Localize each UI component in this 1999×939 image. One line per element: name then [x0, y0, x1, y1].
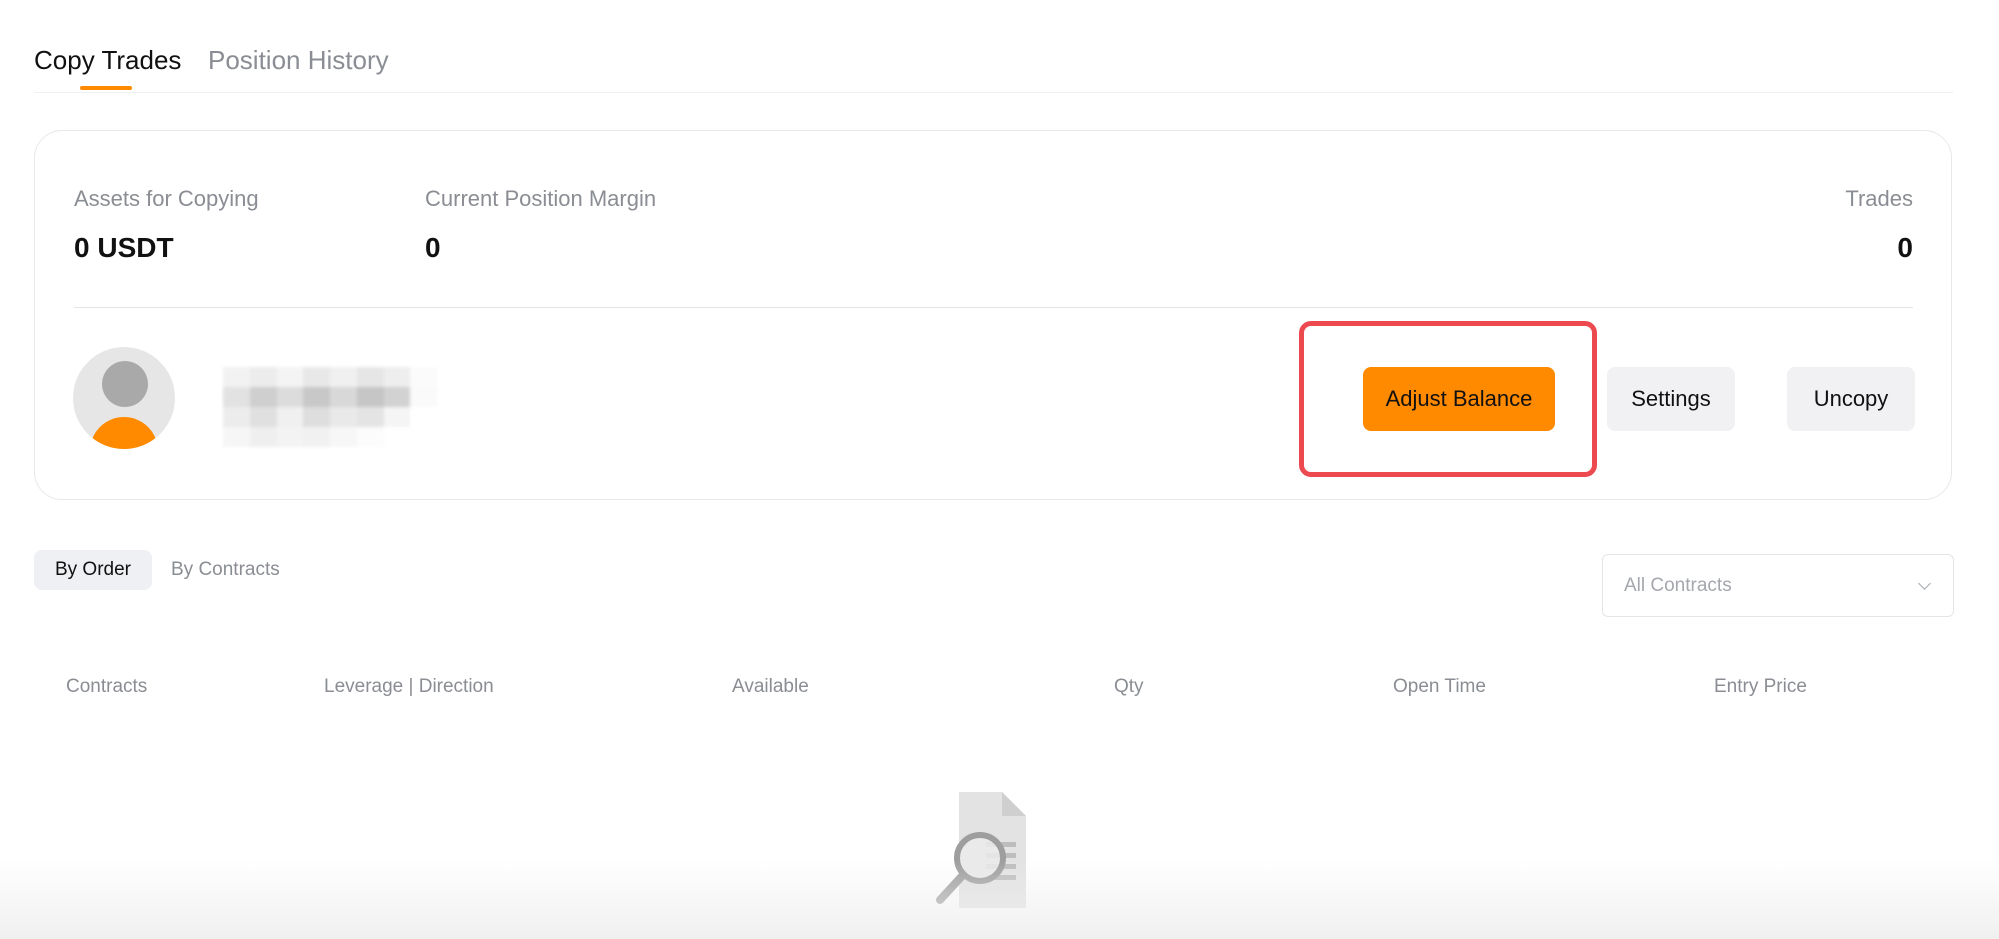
card-divider — [74, 307, 1913, 308]
copy-trades-page: Copy Trades Position History Assets for … — [0, 0, 1999, 939]
column-header-leverage-direction: Leverage | Direction — [324, 676, 494, 697]
copy-summary-card: Assets for Copying 0 USDT Current Positi… — [34, 130, 1952, 500]
adjust-balance-button[interactable]: Adjust Balance — [1363, 367, 1555, 431]
tab-position-history[interactable]: Position History — [208, 44, 389, 76]
contracts-filter-value: All Contracts — [1624, 575, 1732, 596]
trader-avatar — [73, 347, 175, 449]
assets-value: 0 USDT — [74, 232, 174, 263]
tab-copy-trades[interactable]: Copy Trades — [34, 44, 181, 76]
contracts-filter-select[interactable]: All Contracts — [1602, 554, 1954, 617]
margin-value: 0 — [425, 232, 441, 263]
avatar-head-shape — [102, 361, 148, 407]
uncopy-button[interactable]: Uncopy — [1787, 367, 1915, 431]
settings-button[interactable]: Settings — [1607, 367, 1735, 431]
column-header-open-time: Open Time — [1393, 676, 1486, 697]
tab-by-order[interactable]: By Order — [34, 550, 152, 590]
active-tab-indicator — [80, 86, 132, 90]
trades-label: Trades — [1845, 186, 1913, 211]
tab-by-contracts[interactable]: By Contracts — [171, 550, 280, 590]
trades-value: 0 — [1897, 232, 1913, 263]
top-tabs: Copy Trades Position History — [34, 40, 1953, 93]
blurred-trader-name — [223, 367, 437, 447]
column-header-qty: Qty — [1114, 676, 1144, 697]
column-header-contracts: Contracts — [66, 676, 148, 697]
empty-search-document-icon — [936, 792, 1026, 908]
avatar-body-shape — [90, 417, 158, 449]
assets-label: Assets for Copying — [74, 186, 259, 211]
chevron-down-icon — [1918, 577, 1931, 590]
column-header-available: Available — [732, 676, 809, 697]
column-header-entry-price: Entry Price — [1714, 676, 1807, 697]
margin-label: Current Position Margin — [425, 186, 657, 211]
